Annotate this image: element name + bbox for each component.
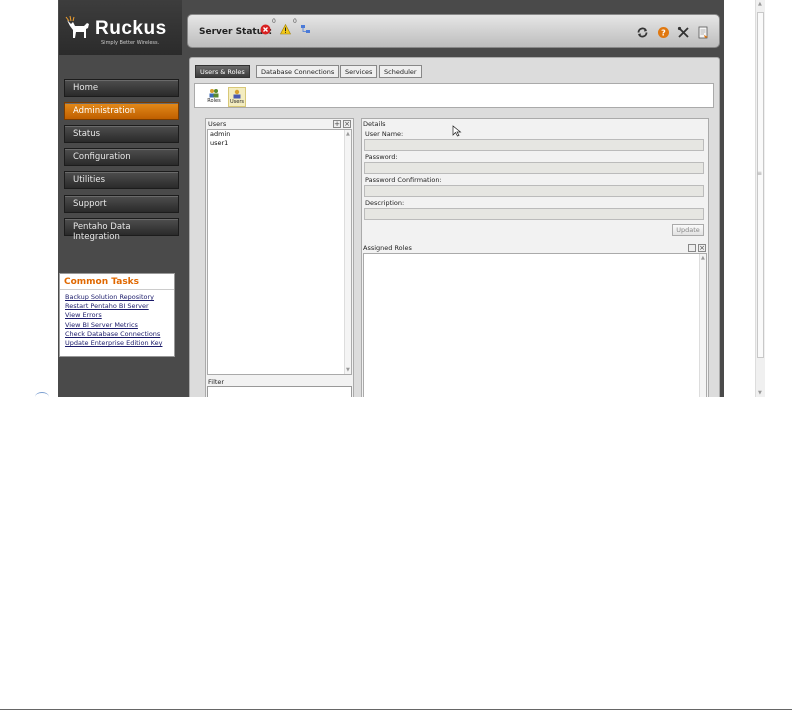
tab-users-roles[interactable]: Users & Roles bbox=[195, 65, 250, 78]
nav-status[interactable]: Status bbox=[64, 125, 179, 143]
backup-solution-repository-link[interactable]: Backup Solution Repository bbox=[60, 293, 174, 302]
nav-home[interactable]: Home bbox=[64, 79, 179, 97]
assigned-roles-title: Assigned Roles bbox=[363, 244, 412, 252]
description-field[interactable] bbox=[364, 208, 704, 220]
scroll-up-icon[interactable]: ▲ bbox=[758, 1, 762, 7]
view-server-metrics-link[interactable]: View BI Server Metrics bbox=[60, 321, 174, 330]
description-label: Description: bbox=[365, 199, 405, 207]
restart-server-link[interactable]: Restart Pentaho BI Server bbox=[60, 302, 174, 311]
warning-icon[interactable] bbox=[280, 24, 291, 35]
update-button[interactable]: Update bbox=[672, 224, 704, 236]
scroll-down-icon[interactable]: ▼ bbox=[346, 367, 350, 373]
users-icon bbox=[233, 89, 241, 99]
tab-services[interactable]: Services bbox=[340, 65, 378, 78]
assigned-roles-list[interactable]: ▲ ▼ bbox=[363, 253, 707, 397]
details-title: Details bbox=[363, 120, 386, 128]
tab-database-connections[interactable]: Database Connections bbox=[256, 65, 340, 78]
list-item[interactable]: user1 bbox=[208, 139, 351, 148]
check-database-connections-link[interactable]: Check Database Connections bbox=[60, 330, 174, 339]
view-errors-link[interactable]: View Errors bbox=[60, 311, 174, 320]
pentaho-admin-console: Ruckus Simply Better Wireless. Server St… bbox=[58, 0, 724, 397]
users-panel: Users + × admin user1 ▲ ▼ Filter bbox=[205, 118, 354, 397]
network-icon[interactable] bbox=[300, 24, 311, 35]
roles-icon bbox=[209, 89, 219, 98]
ruckus-dog-icon bbox=[65, 15, 89, 38]
refresh-icon[interactable] bbox=[636, 26, 649, 39]
scrollbar-thumb[interactable] bbox=[757, 12, 764, 358]
users-list-scrollbar[interactable]: ▲ ▼ bbox=[344, 130, 351, 374]
scrollbar-grip-icon: ≡ bbox=[757, 170, 763, 177]
common-tasks-panel: Common Tasks Backup Solution Repository … bbox=[59, 273, 175, 357]
tab-scheduler[interactable]: Scheduler bbox=[379, 65, 422, 78]
scroll-up-icon[interactable]: ▲ bbox=[701, 255, 705, 261]
error-count: 0 bbox=[272, 18, 276, 25]
update-enterprise-key-link[interactable]: Update Enterprise Edition Key bbox=[60, 339, 174, 348]
nav-pentaho-data-integration[interactable]: Pentaho Data Integration bbox=[64, 218, 179, 242]
remove-role-icon[interactable]: × bbox=[698, 244, 706, 252]
filter-label: Filter bbox=[208, 378, 225, 386]
svg-text:?: ? bbox=[661, 29, 666, 38]
partial-circle-icon bbox=[35, 392, 49, 402]
password-label: Password: bbox=[365, 153, 398, 161]
user-name-field[interactable] bbox=[364, 139, 704, 151]
nav-support[interactable]: Support bbox=[64, 195, 179, 213]
users-label: Users bbox=[229, 99, 244, 105]
password-field[interactable] bbox=[364, 162, 704, 174]
add-user-icon[interactable]: + bbox=[333, 120, 341, 128]
password-confirmation-label: Password Confirmation: bbox=[365, 176, 442, 184]
common-tasks-title: Common Tasks bbox=[60, 274, 174, 290]
roles-button[interactable]: Roles bbox=[205, 87, 223, 107]
warning-count: 0 bbox=[293, 18, 297, 25]
user-name-label: User Name: bbox=[365, 130, 404, 138]
nav-utilities[interactable]: Utilities bbox=[64, 171, 179, 189]
users-panel-title: Users bbox=[208, 120, 227, 128]
roles-label: Roles bbox=[207, 98, 221, 104]
logo-tagline: Simply Better Wireless. bbox=[101, 40, 160, 46]
password-confirmation-field[interactable] bbox=[364, 185, 704, 197]
filter-input[interactable] bbox=[207, 386, 352, 397]
tools-icon[interactable] bbox=[677, 26, 690, 39]
logo-text: Ruckus bbox=[95, 18, 167, 39]
list-item[interactable]: admin bbox=[208, 130, 351, 139]
mouse-cursor-icon bbox=[452, 125, 462, 137]
scroll-down-icon[interactable]: ▼ bbox=[758, 390, 762, 396]
users-button[interactable]: Users bbox=[228, 87, 246, 107]
page-divider bbox=[0, 709, 792, 710]
delete-user-icon[interactable]: × bbox=[343, 120, 351, 128]
scroll-up-icon[interactable]: ▲ bbox=[346, 131, 350, 137]
error-icon[interactable] bbox=[260, 24, 271, 35]
logout-icon[interactable] bbox=[697, 26, 710, 39]
users-list[interactable]: admin user1 ▲ ▼ bbox=[207, 129, 352, 375]
nav-configuration[interactable]: Configuration bbox=[64, 148, 179, 166]
roles-list-scrollbar[interactable]: ▲ ▼ bbox=[699, 254, 706, 397]
help-icon[interactable]: ? bbox=[657, 26, 670, 39]
nav-administration[interactable]: Administration bbox=[64, 102, 179, 120]
server-status-bar: Server Status: 0 0 ? bbox=[187, 14, 720, 48]
add-role-icon[interactable] bbox=[688, 244, 696, 252]
admin-main-panel: Users & Roles Database Connections Servi… bbox=[189, 57, 720, 397]
page-scrollbar[interactable]: ▲ ≡ ▼ bbox=[755, 0, 765, 397]
users-roles-toolbar: Roles Users bbox=[194, 83, 714, 108]
ruckus-logo: Ruckus Simply Better Wireless. bbox=[59, 0, 182, 55]
details-panel: Details User Name: Password: Password Co… bbox=[361, 118, 709, 397]
